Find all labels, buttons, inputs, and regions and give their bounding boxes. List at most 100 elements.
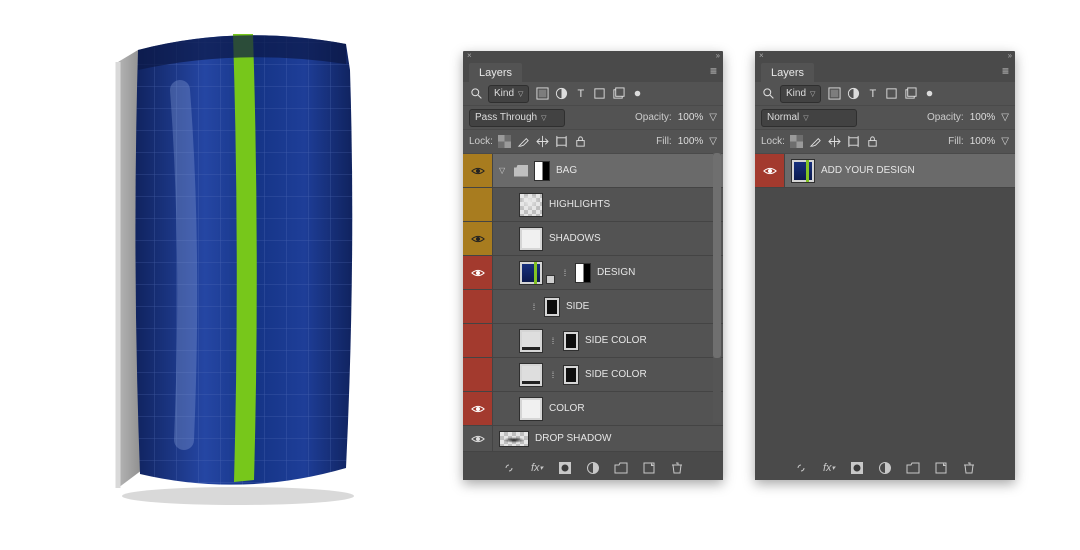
layer-name[interactable]: BAG: [556, 165, 577, 176]
layers-tab[interactable]: Layers: [469, 63, 522, 82]
lock-artboard-icon[interactable]: [554, 134, 569, 149]
filter-shape-icon[interactable]: [884, 86, 899, 101]
layer-row-sidecolor1[interactable]: ⁞ SIDE COLOR: [463, 324, 723, 358]
lock-position-icon[interactable]: [827, 134, 842, 149]
layer-name[interactable]: SIDE: [566, 301, 589, 312]
opacity-value[interactable]: 100%: [676, 110, 706, 126]
panel-drag-bar[interactable]: × ››: [463, 51, 723, 60]
filter-kind-dropdown[interactable]: Kind ▽: [780, 85, 821, 103]
filter-shape-icon[interactable]: [592, 86, 607, 101]
opacity-value[interactable]: 100%: [968, 110, 998, 126]
lock-position-icon[interactable]: [535, 134, 550, 149]
panel-collapse-icon[interactable]: ››: [1008, 51, 1011, 60]
lock-brush-icon[interactable]: [808, 134, 823, 149]
layer-visibility-toggle[interactable]: [463, 358, 493, 391]
filter-kind-dropdown[interactable]: Kind ▽: [488, 85, 529, 103]
layer-mask-thumb[interactable]: [575, 263, 591, 283]
layer-row-sidecolor2[interactable]: ⁞ SIDE COLOR: [463, 358, 723, 392]
trash-icon[interactable]: [962, 461, 976, 475]
filter-smartobject-icon[interactable]: [903, 86, 918, 101]
layer-mask-thumb[interactable]: [563, 365, 579, 385]
layer-visibility-toggle[interactable]: [463, 426, 493, 451]
filter-pixel-icon[interactable]: [827, 86, 842, 101]
layer-mask-thumb[interactable]: [534, 161, 550, 181]
layer-row-color[interactable]: COLOR: [463, 392, 723, 426]
panel-close-icon[interactable]: ×: [759, 51, 764, 60]
add-mask-icon[interactable]: [558, 461, 572, 475]
search-icon[interactable]: [761, 86, 776, 101]
panel-menu-icon[interactable]: ≡: [710, 64, 717, 78]
new-adjust-icon[interactable]: [878, 461, 892, 475]
layer-name[interactable]: SHADOWS: [549, 233, 601, 244]
layer-name[interactable]: ADD YOUR DESIGN: [821, 165, 915, 176]
layer-row-shadows[interactable]: SHADOWS: [463, 222, 723, 256]
lock-all-icon[interactable]: [573, 134, 588, 149]
fx-icon[interactable]: fx▾: [530, 461, 544, 475]
link-icon[interactable]: ⁞: [549, 331, 557, 351]
lock-all-icon[interactable]: [865, 134, 880, 149]
new-layer-icon[interactable]: [642, 461, 656, 475]
layer-row-design[interactable]: ⁞ DESIGN: [463, 256, 723, 290]
link-layers-icon[interactable]: [794, 461, 808, 475]
new-group-icon[interactable]: [906, 461, 920, 475]
layer-row-bag[interactable]: ▽ BAG: [463, 154, 723, 188]
layer-row-dropshadow[interactable]: DROP SHADOW: [463, 426, 723, 452]
filter-toggle-dot[interactable]: [630, 86, 645, 101]
disclosure-down-icon[interactable]: ▽: [499, 166, 508, 175]
layer-thumb[interactable]: [519, 329, 543, 353]
layer-thumb[interactable]: [519, 397, 543, 421]
layer-mask-thumb[interactable]: [544, 297, 560, 317]
new-group-icon[interactable]: [614, 461, 628, 475]
chevron-down-icon[interactable]: ▽: [709, 112, 717, 123]
layer-visibility-toggle[interactable]: [463, 188, 493, 221]
layer-visibility-toggle[interactable]: [463, 256, 493, 289]
chevron-down-icon[interactable]: ▽: [1001, 136, 1009, 147]
panel-drag-bar[interactable]: × ››: [755, 51, 1015, 60]
layer-thumb[interactable]: [519, 227, 543, 251]
chevron-down-icon[interactable]: ▽: [1001, 112, 1009, 123]
layer-row-add-your-design[interactable]: ADD YOUR DESIGN: [755, 154, 1015, 188]
blend-mode-dropdown[interactable]: Normal ▽: [761, 109, 857, 127]
link-icon[interactable]: ⁞: [530, 297, 538, 317]
chevron-down-icon[interactable]: ▽: [709, 136, 717, 147]
lock-brush-icon[interactable]: [516, 134, 531, 149]
filter-toggle-dot[interactable]: [922, 86, 937, 101]
add-mask-icon[interactable]: [850, 461, 864, 475]
layer-row-highlights[interactable]: HIGHLIGHTS: [463, 188, 723, 222]
layer-thumb[interactable]: [519, 363, 543, 387]
layer-name[interactable]: SIDE COLOR: [585, 335, 647, 346]
layer-thumb[interactable]: [519, 193, 543, 217]
lock-artboard-icon[interactable]: [846, 134, 861, 149]
fx-icon[interactable]: fx▾: [822, 461, 836, 475]
layers-tab[interactable]: Layers: [761, 63, 814, 82]
blend-mode-dropdown[interactable]: Pass Through ▽: [469, 109, 565, 127]
layer-thumb[interactable]: [499, 431, 529, 447]
layer-visibility-toggle[interactable]: [463, 290, 493, 323]
layers-scrollbar[interactable]: [713, 153, 721, 423]
new-layer-icon[interactable]: [934, 461, 948, 475]
layer-thumb[interactable]: [791, 159, 815, 183]
filter-type-icon[interactable]: T: [573, 86, 588, 101]
layer-name[interactable]: DROP SHADOW: [535, 433, 612, 444]
search-icon[interactable]: [469, 86, 484, 101]
layer-name[interactable]: SIDE COLOR: [585, 369, 647, 380]
layer-name[interactable]: HIGHLIGHTS: [549, 199, 610, 210]
layer-name[interactable]: COLOR: [549, 403, 585, 414]
layer-name[interactable]: DESIGN: [597, 267, 635, 278]
lock-transparency-icon[interactable]: [497, 134, 512, 149]
new-adjust-icon[interactable]: [586, 461, 600, 475]
filter-pixel-icon[interactable]: [535, 86, 550, 101]
filter-adjust-icon[interactable]: [554, 86, 569, 101]
lock-transparency-icon[interactable]: [789, 134, 804, 149]
filter-adjust-icon[interactable]: [846, 86, 861, 101]
layer-thumb[interactable]: [519, 261, 543, 285]
layer-visibility-toggle[interactable]: [463, 392, 493, 425]
link-icon[interactable]: ⁞: [549, 365, 557, 385]
layer-visibility-toggle[interactable]: [463, 324, 493, 357]
layer-visibility-toggle[interactable]: [463, 154, 493, 187]
layer-visibility-toggle[interactable]: [463, 222, 493, 255]
fill-value[interactable]: 100%: [968, 134, 998, 150]
layer-visibility-toggle[interactable]: [755, 154, 785, 187]
filter-type-icon[interactable]: T: [865, 86, 880, 101]
panel-close-icon[interactable]: ×: [467, 51, 472, 60]
